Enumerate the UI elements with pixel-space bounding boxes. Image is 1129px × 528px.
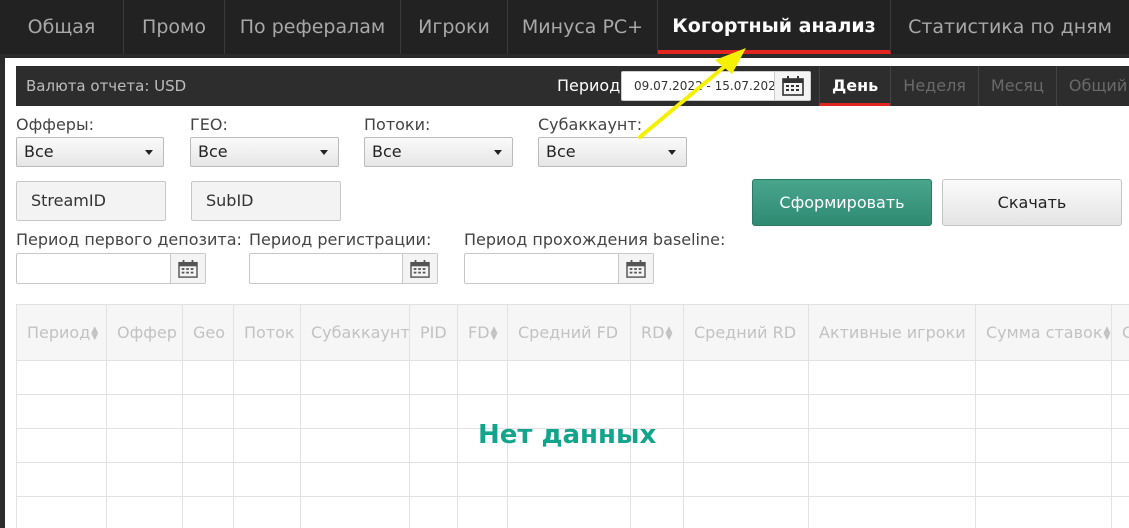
geo-select-value: Все — [198, 142, 228, 161]
tab-by-referrals[interactable]: По рефералам — [225, 0, 401, 54]
column-divider — [683, 361, 684, 528]
streams-label: Потоки: — [364, 115, 431, 134]
tab-minus-pc[interactable]: Минусa PC+ — [508, 0, 658, 54]
chevron-down-icon — [320, 150, 328, 155]
sort-icon: ▲ ▼ — [1103, 324, 1111, 342]
sort-icon: ▲ ▼ — [91, 324, 99, 342]
column-header-geo[interactable]: Geo — [183, 305, 234, 360]
column-divider — [300, 361, 301, 528]
stream-id-input[interactable]: StreamID — [16, 181, 166, 221]
column-header-more[interactable]: С — [1112, 305, 1129, 360]
calendar-icon[interactable] — [402, 254, 437, 283]
chevron-down-icon — [494, 150, 502, 155]
column-header-avg-rd[interactable]: Средний RD — [684, 305, 809, 360]
geo-label: ГЕО: — [190, 115, 228, 134]
tab-daily-stats[interactable]: Статистика по дням — [891, 0, 1129, 54]
range-tab-total[interactable]: Общий — [1055, 66, 1129, 106]
baseline-period-label: Период прохождения baseline: — [464, 230, 726, 249]
sort-icon: ▲ ▼ — [490, 324, 498, 342]
column-header-rd[interactable]: RD▲ ▼ — [631, 305, 684, 360]
column-header-active-players[interactable]: Активные игроки — [809, 305, 976, 360]
range-tab-week[interactable]: Неделя — [890, 66, 978, 106]
geo-select[interactable]: Все — [190, 137, 339, 167]
calendar-icon[interactable] — [774, 72, 810, 100]
column-divider — [106, 361, 107, 528]
first-deposit-period-label: Период первого депозита: — [16, 230, 242, 249]
report-panel: Валюта отчета: USD Период 09.07.2022 - 1… — [5, 58, 1129, 528]
registration-period-input[interactable] — [249, 253, 438, 284]
period-value: 09.07.2022 - 15.07.2022 — [634, 79, 784, 93]
range-tabs: День Неделя Месяц Общий — [819, 66, 1129, 106]
table-row — [17, 497, 1129, 528]
download-button[interactable]: Скачать — [942, 179, 1122, 226]
cohort-table: Период▲ ▼ Оффер Geo Поток Субаккаунт PID … — [16, 304, 1129, 528]
period-date-input[interactable]: 09.07.2022 - 15.07.2022 — [621, 71, 811, 101]
generate-button[interactable]: Сформировать — [752, 179, 932, 226]
offers-select-value: Все — [24, 142, 54, 161]
period-label: Период — [557, 76, 621, 95]
column-divider — [182, 361, 183, 528]
column-header-period[interactable]: Период▲ ▼ — [17, 305, 107, 360]
sub-id-input[interactable]: SubID — [191, 181, 341, 221]
top-tabs: Общая Промо По рефералам Игроки Минусa P… — [0, 0, 1129, 54]
subaccount-label: Субаккаунт: — [538, 115, 643, 134]
column-header-subaccount[interactable]: Субаккаунт — [301, 305, 410, 360]
column-divider — [457, 361, 458, 528]
baseline-period-input[interactable] — [464, 253, 654, 284]
table-header: Период▲ ▼ Оффер Geo Поток Субаккаунт PID … — [17, 305, 1129, 361]
no-data-message: Нет данных — [478, 420, 657, 450]
column-header-bet-sum[interactable]: Сумма ставок▲ ▼ — [976, 305, 1112, 360]
calendar-icon[interactable] — [170, 254, 205, 283]
tab-cohort-analysis[interactable]: Когортный анализ — [658, 0, 891, 54]
sort-icon: ▲ ▼ — [665, 324, 673, 342]
stream-id-placeholder: StreamID — [31, 191, 106, 210]
column-divider — [233, 361, 234, 528]
calendar-icon[interactable] — [618, 254, 653, 283]
table-row — [17, 361, 1129, 395]
column-divider — [975, 361, 976, 528]
column-divider — [409, 361, 410, 528]
subaccount-select[interactable]: Все — [538, 137, 687, 167]
offers-label: Офферы: — [16, 115, 94, 134]
tab-players[interactable]: Игроки — [401, 0, 508, 54]
column-divider — [808, 361, 809, 528]
first-deposit-period-input[interactable] — [16, 253, 206, 284]
column-divider — [1111, 361, 1112, 528]
column-header-pid[interactable]: PID — [410, 305, 458, 360]
tab-general[interactable]: Общая — [0, 0, 124, 54]
column-header-avg-fd[interactable]: Средний FD — [508, 305, 631, 360]
streams-select[interactable]: Все — [364, 137, 513, 167]
column-header-offer[interactable]: Оффер — [107, 305, 183, 360]
range-tab-day[interactable]: День — [819, 66, 891, 106]
streams-select-value: Все — [372, 142, 402, 161]
chevron-down-icon — [668, 150, 676, 155]
column-header-fd[interactable]: FD▲ ▼ — [458, 305, 508, 360]
sub-id-placeholder: SubID — [206, 191, 254, 210]
currency-label: Валюта отчета: USD — [26, 77, 187, 95]
table-row — [17, 463, 1129, 497]
column-header-stream[interactable]: Поток — [234, 305, 301, 360]
subaccount-select-value: Все — [546, 142, 576, 161]
chevron-down-icon — [145, 150, 153, 155]
report-bar: Валюта отчета: USD Период 09.07.2022 - 1… — [16, 66, 1129, 106]
registration-period-label: Период регистрации: — [249, 230, 432, 249]
range-tab-month[interactable]: Месяц — [977, 66, 1056, 106]
offers-select[interactable]: Все — [16, 137, 164, 167]
tab-promo[interactable]: Промо — [124, 0, 225, 54]
